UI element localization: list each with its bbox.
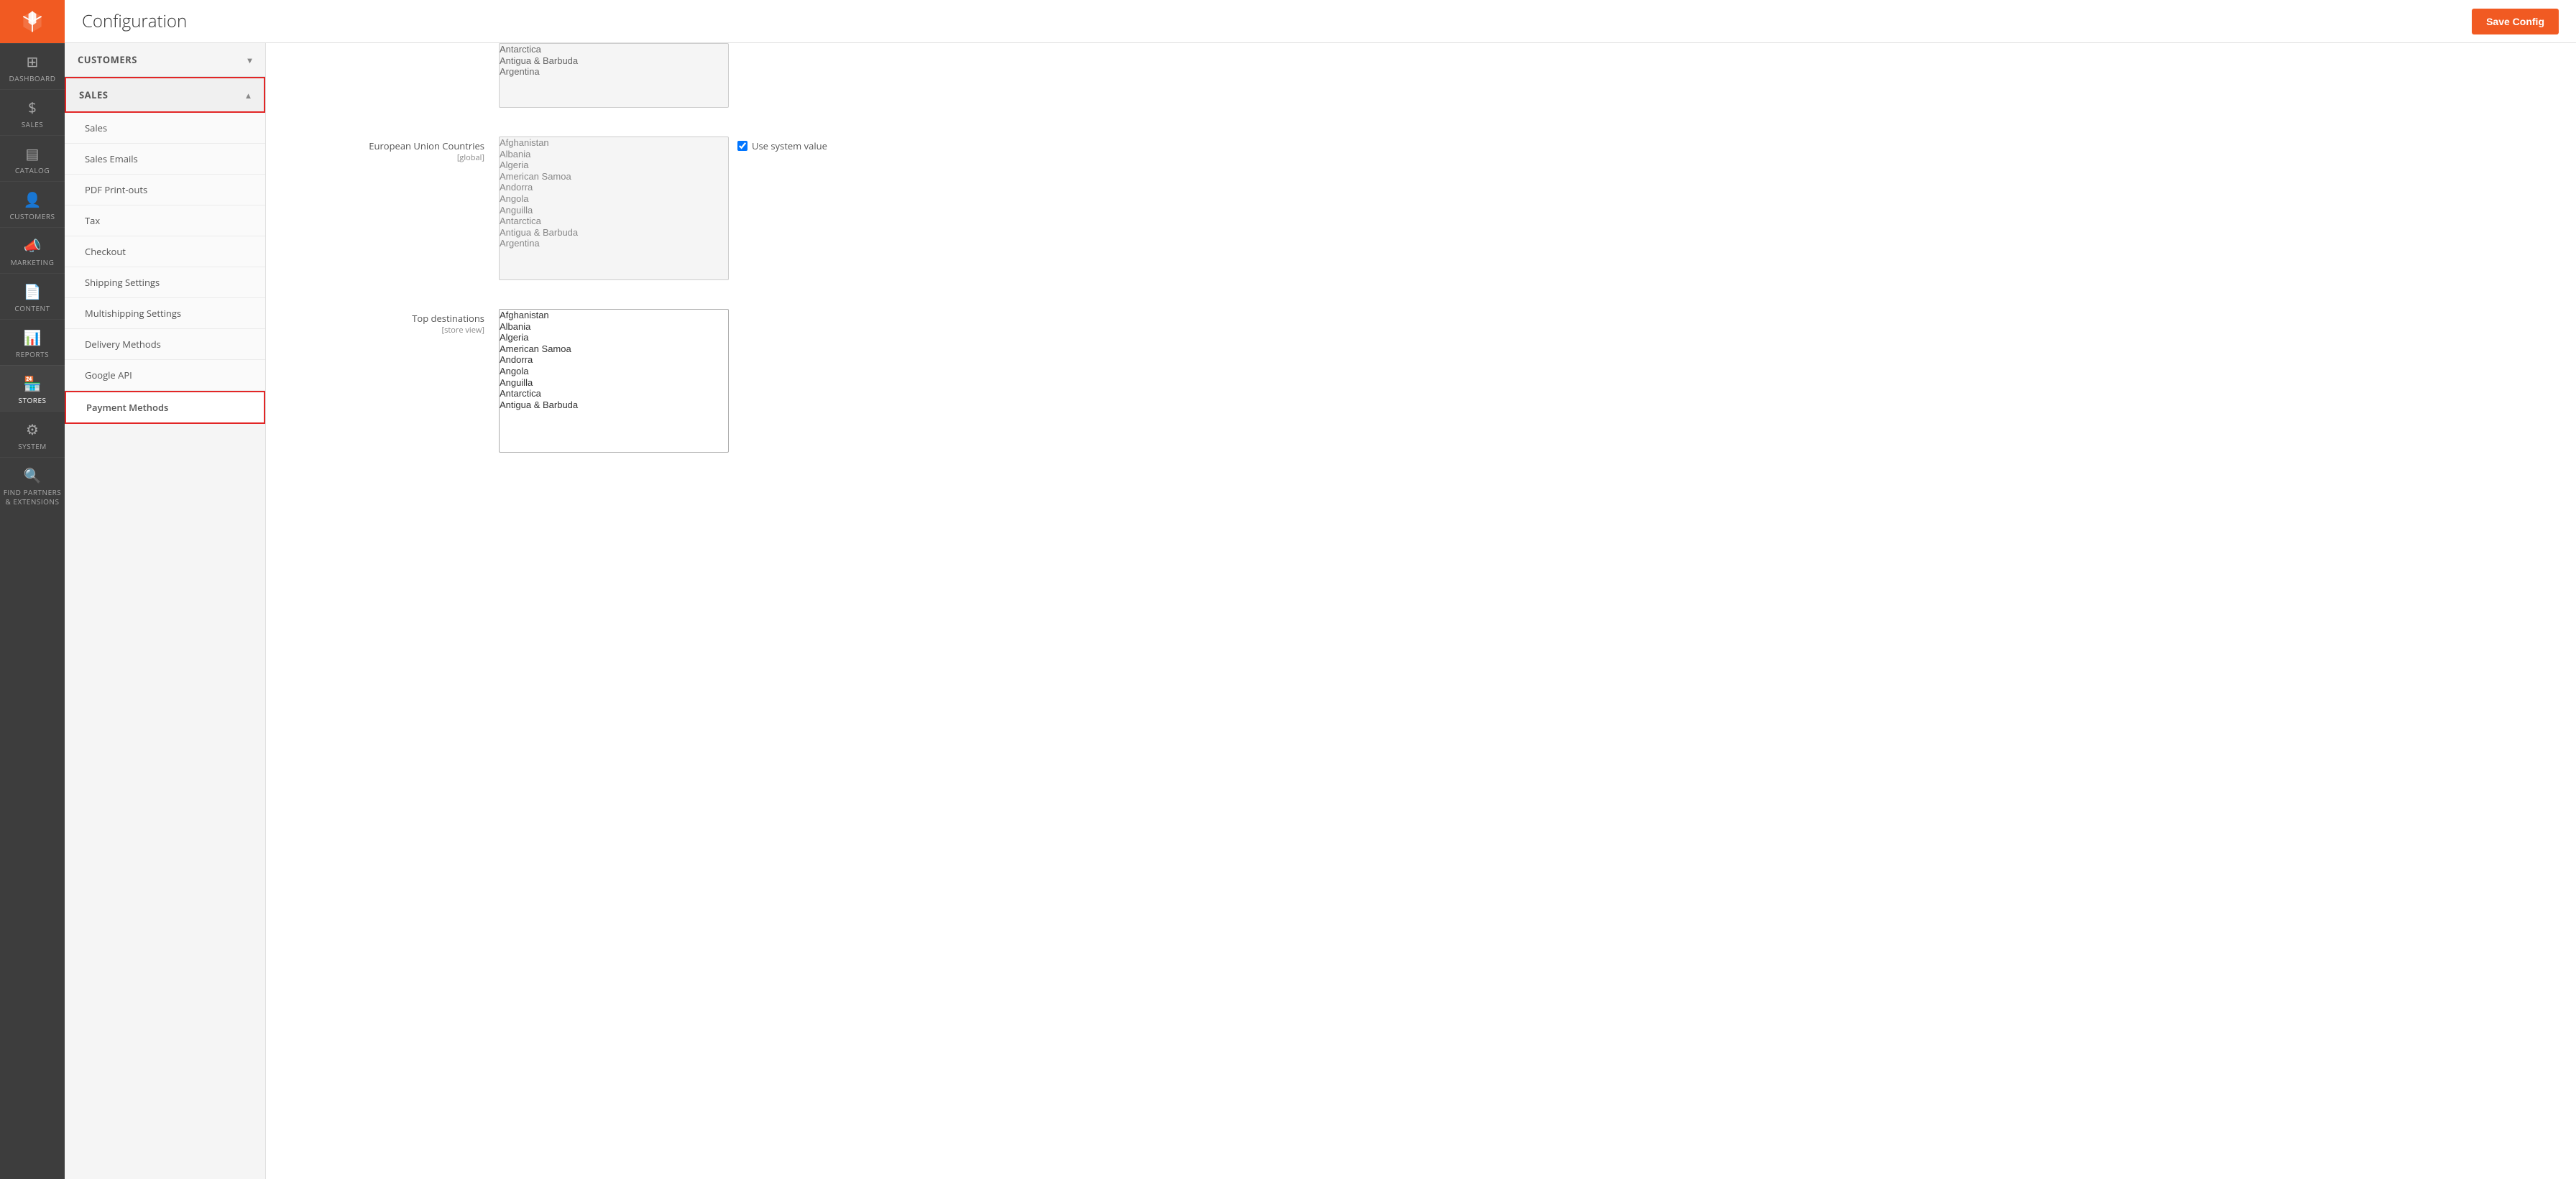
list-item[interactable]: Angola <box>500 193 728 205</box>
list-item[interactable]: Albania <box>500 321 728 333</box>
list-item[interactable]: Anguilla <box>500 377 728 389</box>
save-config-button[interactable]: Save Config <box>2472 9 2559 34</box>
sidebar: ⊞ DASHBOARD $ SALES ▤ CATALOG 👤 CUSTOMER… <box>0 0 65 1179</box>
sidebar-item-find-label: FIND PARTNERS & EXTENSIONS <box>3 488 62 507</box>
sidebar-item-marketing-label: MARKETING <box>11 258 55 267</box>
magento-logo[interactable] <box>0 0 65 43</box>
sidebar-item-marketing[interactable]: 📣 MARKETING <box>0 227 65 273</box>
eu-countries-list[interactable]: Afghanistan Albania Algeria American Sam… <box>499 137 729 280</box>
content-area: CUSTOMERS ▾ SALES ▴ Sales Sales Emails P… <box>65 43 2576 1179</box>
list-item[interactable]: Albania <box>500 149 728 160</box>
eu-countries-control: Afghanistan Albania Algeria American Sam… <box>499 137 2559 280</box>
page-title: Configuration <box>82 9 187 33</box>
config-sub-delivery-methods[interactable]: Delivery Methods <box>65 329 265 360</box>
stores-icon: 🏪 <box>24 374 42 393</box>
config-sub-sales[interactable]: Sales <box>65 113 265 144</box>
sidebar-item-content[interactable]: 📄 CONTENT <box>0 273 65 319</box>
config-section-customers-label: CUSTOMERS <box>78 53 137 66</box>
list-item[interactable]: Argentina <box>500 238 728 249</box>
reports-icon: 📊 <box>24 328 42 347</box>
list-item[interactable]: Afghanistan <box>500 310 728 321</box>
above-eu-control: Antarctica Antigua & Barbuda Argentina <box>499 43 2559 108</box>
list-item[interactable]: American Samoa <box>500 171 728 182</box>
config-sub-shipping-settings[interactable]: Shipping Settings <box>65 267 265 298</box>
config-sub-sales-emails[interactable]: Sales Emails <box>65 144 265 175</box>
sidebar-item-dashboard[interactable]: ⊞ DASHBOARD <box>0 43 65 89</box>
eu-countries-label: European Union Countries [global] <box>283 137 499 163</box>
find-icon: 🔍 <box>24 466 42 485</box>
list-item[interactable]: Andorra <box>500 354 728 366</box>
config-sub-payment-methods[interactable]: Payment Methods <box>65 391 265 424</box>
sidebar-item-reports[interactable]: 📊 REPORTS <box>0 319 65 365</box>
config-sub-multishipping-settings[interactable]: Multishipping Settings <box>65 298 265 329</box>
main-wrapper: Configuration Save Config CUSTOMERS ▾ SA… <box>65 0 2576 1179</box>
list-item[interactable]: Andorra <box>500 182 728 193</box>
list-item[interactable]: Antarctica <box>500 44 728 55</box>
chevron-up-icon: ▴ <box>246 89 251 101</box>
config-section-customers[interactable]: CUSTOMERS ▾ <box>65 43 265 77</box>
eu-use-system-value-label: Use system value <box>752 139 827 152</box>
above-eu-row: Antarctica Antigua & Barbuda Argentina <box>283 43 2559 116</box>
list-item[interactable]: Afghanistan <box>500 137 728 149</box>
sidebar-item-stores-label: STORES <box>19 396 47 405</box>
sidebar-item-system[interactable]: ⚙ SYSTEM <box>0 411 65 457</box>
top-destinations-control: Afghanistan Albania Algeria American Sam… <box>499 309 2559 453</box>
eu-use-system-value-checkbox[interactable] <box>737 141 748 151</box>
sidebar-item-system-label: SYSTEM <box>18 442 47 451</box>
top-destinations-row: Top destinations [store view] Afghanista… <box>283 300 2559 461</box>
top-destinations-list[interactable]: Afghanistan Albania Algeria American Sam… <box>499 309 729 453</box>
system-icon: ⚙ <box>26 420 39 439</box>
above-eu-list[interactable]: Antarctica Antigua & Barbuda Argentina <box>499 43 729 108</box>
eu-use-system-value: Use system value <box>737 137 827 152</box>
marketing-icon: 📣 <box>24 236 42 255</box>
list-item[interactable]: Argentina <box>500 66 728 78</box>
config-sub-tax[interactable]: Tax <box>65 205 265 236</box>
config-sub-pdf-printouts[interactable]: PDF Print-outs <box>65 175 265 205</box>
config-panel: CUSTOMERS ▾ SALES ▴ Sales Sales Emails P… <box>65 43 266 1179</box>
sidebar-item-content-label: CONTENT <box>14 304 50 313</box>
list-item[interactable]: Algeria <box>500 159 728 171</box>
sidebar-item-sales-label: SALES <box>22 120 44 129</box>
list-item[interactable]: Anguilla <box>500 205 728 216</box>
list-item[interactable]: Angola <box>500 366 728 377</box>
list-item[interactable]: Antarctica <box>500 216 728 227</box>
top-destinations-label: Top destinations [store view] <box>283 309 499 336</box>
top-header: Configuration Save Config <box>65 0 2576 43</box>
chevron-down-icon: ▾ <box>247 54 252 66</box>
list-item[interactable]: American Samoa <box>500 343 728 355</box>
eu-countries-row: European Union Countries [global] Afghan… <box>283 128 2559 289</box>
sidebar-item-dashboard-label: DASHBOARD <box>9 74 56 83</box>
content-icon: 📄 <box>24 282 42 301</box>
sidebar-item-sales[interactable]: $ SALES <box>0 89 65 135</box>
config-section-sales[interactable]: SALES ▴ <box>65 77 265 113</box>
list-item[interactable]: Antarctica <box>500 388 728 399</box>
sidebar-item-catalog-label: CATALOG <box>15 166 50 175</box>
dashboard-icon: ⊞ <box>27 52 39 71</box>
config-section-sales-label: SALES <box>79 88 108 101</box>
list-item[interactable]: Antigua & Barbuda <box>500 399 728 411</box>
list-item[interactable]: Antigua & Barbuda <box>500 227 728 239</box>
catalog-icon: ▤ <box>26 144 40 163</box>
customers-icon: 👤 <box>24 190 42 209</box>
config-sub-checkout[interactable]: Checkout <box>65 236 265 267</box>
above-eu-label <box>283 43 499 46</box>
sidebar-item-customers[interactable]: 👤 CUSTOMERS <box>0 181 65 227</box>
main-panel: Antarctica Antigua & Barbuda Argentina E… <box>266 43 2576 1179</box>
list-item[interactable]: Algeria <box>500 332 728 343</box>
sidebar-item-stores[interactable]: 🏪 STORES <box>0 365 65 411</box>
sales-icon: $ <box>28 98 36 117</box>
sidebar-item-find[interactable]: 🔍 FIND PARTNERS & EXTENSIONS <box>0 457 65 512</box>
sidebar-item-reports-label: REPORTS <box>16 350 49 359</box>
sidebar-item-customers-label: CUSTOMERS <box>9 212 55 221</box>
config-sub-google-api[interactable]: Google API <box>65 360 265 391</box>
sidebar-item-catalog[interactable]: ▤ CATALOG <box>0 135 65 181</box>
list-item[interactable]: Antigua & Barbuda <box>500 55 728 67</box>
